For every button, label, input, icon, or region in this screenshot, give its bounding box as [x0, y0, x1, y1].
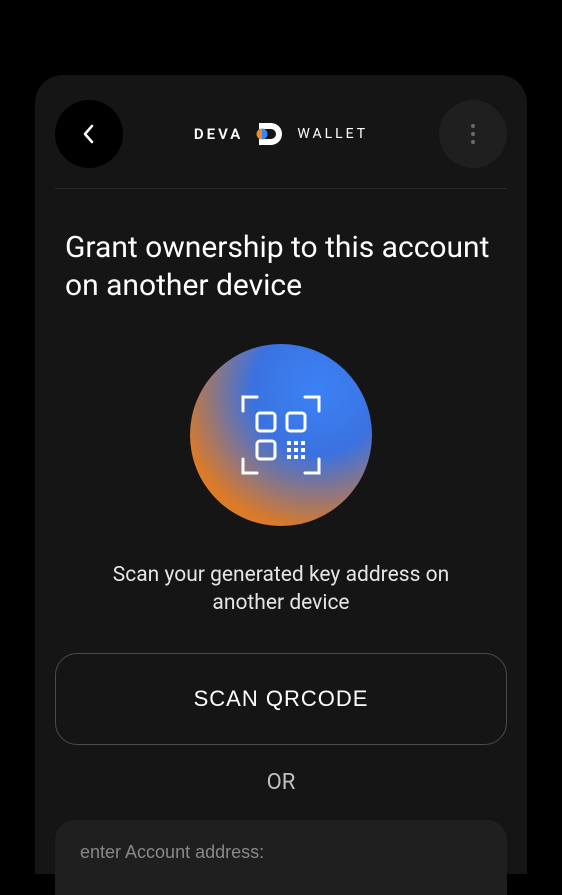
main-card: DEVA WALLET Grant ownership to this acco…	[35, 75, 527, 874]
qr-graphic	[190, 344, 372, 526]
or-divider: OR	[55, 770, 507, 795]
scan-qrcode-button[interactable]: SCAN QRCODE	[55, 653, 507, 745]
page-title: Grant ownership to this account on anoth…	[55, 229, 507, 304]
header: DEVA WALLET	[55, 100, 507, 189]
logo-product: WALLET	[297, 126, 368, 142]
logo-brand: DEVA	[194, 125, 243, 143]
back-button[interactable]	[55, 100, 123, 168]
account-address-input[interactable]	[80, 842, 482, 863]
logo: DEVA WALLET	[194, 115, 368, 153]
chevron-left-icon	[82, 124, 96, 144]
instruction-text: Scan your generated key address on anoth…	[55, 561, 507, 618]
qr-scan-icon	[239, 393, 323, 477]
more-button[interactable]	[439, 100, 507, 168]
more-vertical-icon	[470, 123, 476, 145]
logo-d-icon	[251, 115, 289, 153]
address-input-container	[55, 820, 507, 895]
